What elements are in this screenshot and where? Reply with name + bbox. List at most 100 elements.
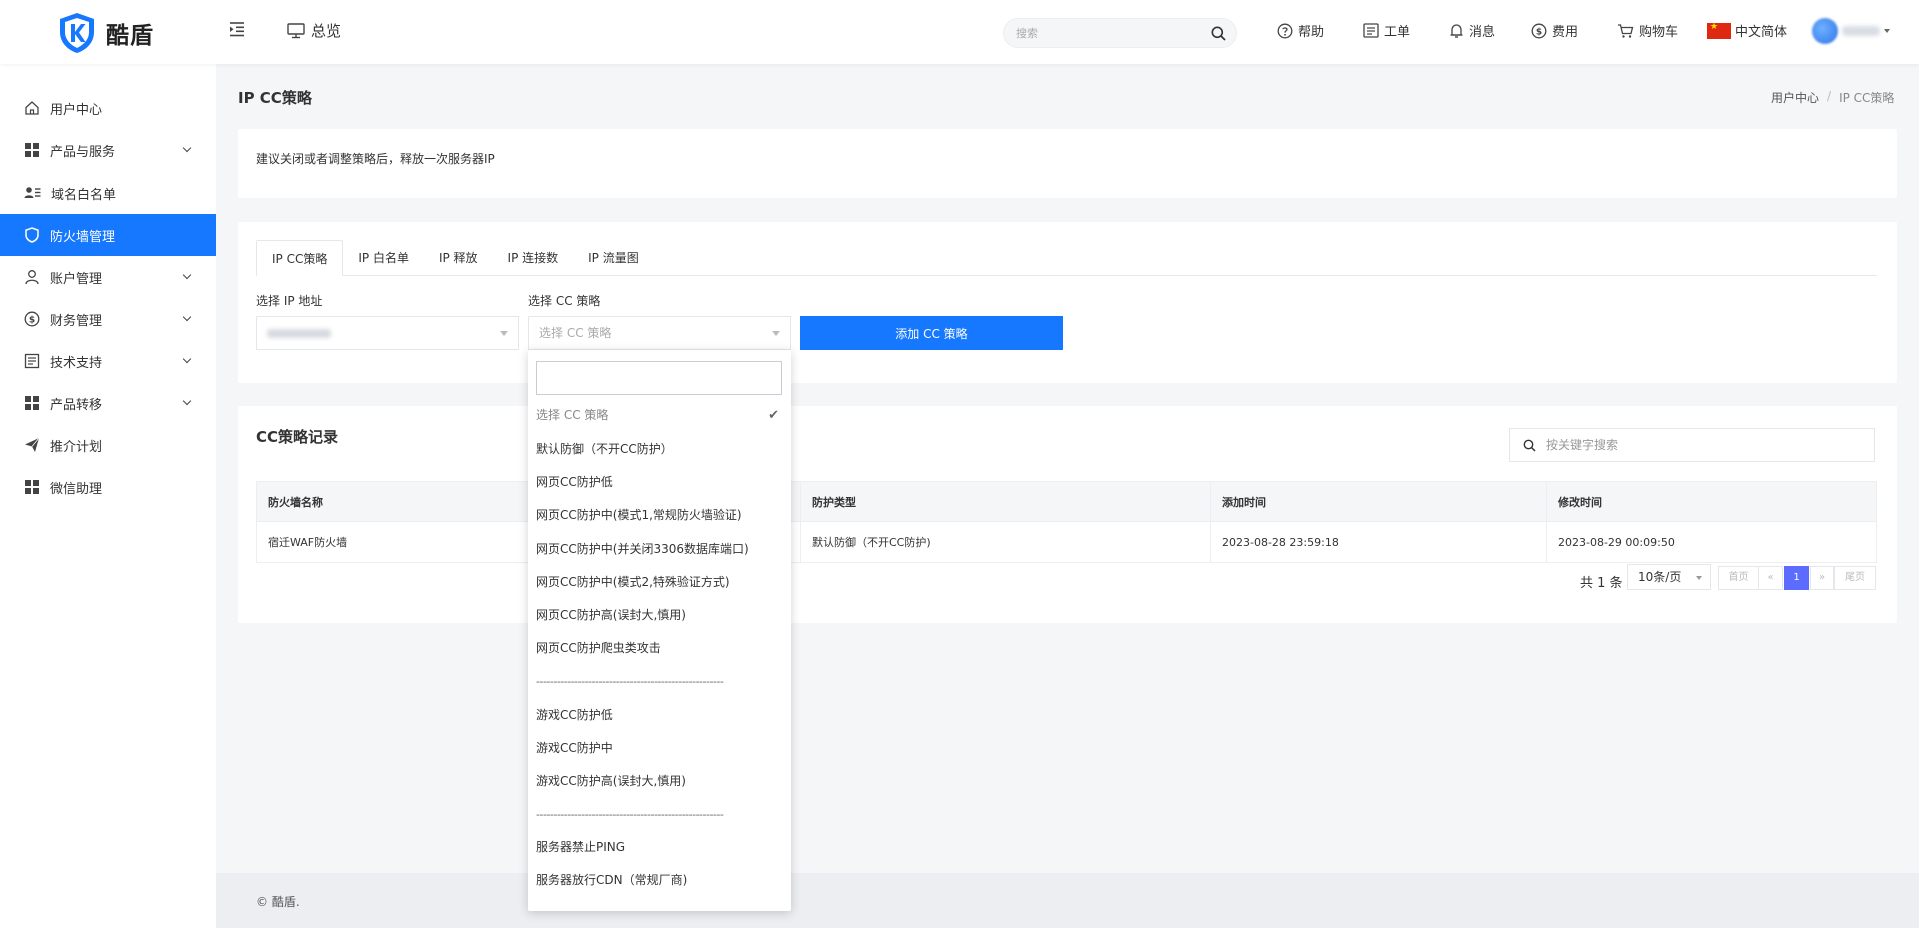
help-link[interactable]: 帮助	[1277, 21, 1324, 40]
language-label: 中文简体	[1735, 25, 1788, 40]
breadcrumb-separator: /	[1827, 89, 1832, 103]
sidebar-item-account[interactable]: 账户管理	[0, 256, 216, 298]
sidebar-item-label: 防火墙管理	[50, 229, 116, 245]
pager-first-button[interactable]: 首页	[1718, 566, 1759, 590]
sidebar-item-domain-whitelist[interactable]: 域名白名单	[0, 172, 216, 214]
ip-address-select[interactable]	[256, 316, 519, 350]
dropdown-option[interactable]: 网页CC防护高(误封大,慎用)	[528, 599, 791, 632]
dropdown-option[interactable]: 游戏CC防护低	[528, 699, 791, 732]
dollar-icon: $	[24, 311, 40, 327]
tab-ip-release[interactable]: IP 释放	[424, 240, 493, 276]
sidebar-item-finance[interactable]: $ 财务管理	[0, 298, 216, 340]
document-icon	[24, 353, 40, 369]
sidebar-item-label: 微信助理	[50, 481, 103, 497]
billing-link[interactable]: $ 费用	[1531, 21, 1578, 40]
caret-down-icon	[1696, 576, 1702, 580]
dropdown-option[interactable]: 服务器禁止PING	[528, 831, 791, 864]
policy-card: IP CC策略 IP 白名单 IP 释放 IP 连接数 IP 流量图	[238, 222, 1897, 383]
table-header-row: 防火墙名称 防护类型 添加时间 修改时间	[256, 481, 1877, 522]
user-name-blurred[interactable]	[1842, 26, 1880, 36]
billing-label: 费用	[1552, 25, 1579, 40]
user-icon	[25, 270, 39, 285]
pager-prev-button[interactable]: «	[1758, 566, 1783, 590]
chevron-down-icon	[182, 143, 192, 153]
add-cc-policy-button[interactable]: 添加 CC 策略	[800, 316, 1063, 350]
global-search	[1003, 18, 1237, 48]
overview-link[interactable]: 总览	[287, 20, 341, 41]
footer: © 酷盾.	[216, 873, 1919, 928]
dropdown-option[interactable]: 选择 CC 策略 ✔	[528, 399, 791, 432]
cc-policy-select-value: 选择 CC 策略	[539, 326, 612, 340]
sidebar-item-products[interactable]: 产品与服务	[0, 129, 216, 171]
user-menu-caret-icon[interactable]	[1884, 29, 1890, 33]
dropdown-option[interactable]: 默认防御（不开CC防护）	[528, 433, 791, 466]
sidebar-item-firewall[interactable]: 防火墙管理	[0, 214, 216, 256]
dropdown-option[interactable]: 网页CC防护爬虫类攻击	[528, 632, 791, 665]
ticket-link[interactable]: 工单	[1363, 21, 1410, 40]
question-icon	[1277, 23, 1293, 38]
sidebar-item-referral[interactable]: 推介计划	[0, 424, 216, 466]
cc-policy-dropdown: 选择 CC 策略 ✔ 默认防御（不开CC防护） 网页CC防护低 网页CC防护中(…	[528, 350, 791, 911]
svg-text:$: $	[29, 316, 35, 326]
tab-ip-cc-policy[interactable]: IP CC策略	[256, 240, 344, 276]
dropdown-option[interactable]: 网页CC防护中(模式1,常规防火墙验证)	[528, 499, 791, 532]
logo[interactable]: 酷盾	[58, 12, 154, 54]
records-title: CC策略记录	[256, 428, 339, 446]
tab-ip-whitelist[interactable]: IP 白名单	[343, 240, 424, 276]
bell-icon	[1450, 23, 1463, 38]
sidebar-item-label: 用户中心	[50, 102, 103, 118]
avatar[interactable]	[1812, 18, 1838, 44]
tab-ip-connections[interactable]: IP 连接数	[493, 240, 574, 276]
shield-icon	[25, 227, 39, 243]
chevron-down-icon	[182, 270, 192, 280]
ticket-icon	[1363, 23, 1379, 38]
cell-added-time: 2023-08-28 23:59:18	[1210, 521, 1547, 563]
grid-icon	[25, 143, 39, 157]
dropdown-option[interactable]: 网页CC防护中(模式2,特殊验证方式)	[528, 566, 791, 599]
messages-link[interactable]: 消息	[1449, 21, 1495, 40]
sidebar-item-user-center[interactable]: 用户中心	[0, 87, 216, 129]
sidebar-item-product-transfer[interactable]: 产品转移	[0, 382, 216, 424]
tab-ip-traffic[interactable]: IP 流量图	[573, 240, 654, 276]
dropdown-option[interactable]: 服务器放行CDN（常规厂商)	[528, 864, 791, 897]
sidebar-item-tech-support[interactable]: 技术支持	[0, 340, 216, 382]
pager-next-button[interactable]: »	[1810, 566, 1834, 590]
page-size-select[interactable]: 10条/页	[1627, 564, 1711, 590]
chevron-down-icon	[182, 396, 192, 406]
page-title: IP CC策略	[238, 89, 312, 107]
cart-link[interactable]: 购物车	[1617, 21, 1678, 40]
svg-text:$: $	[1536, 27, 1542, 37]
sidebar-item-label: 产品转移	[50, 397, 103, 413]
sidebar: 用户中心 产品与服务 域名白名单 防火墙管理 账户管理 $ 财务管理 技术支持 …	[0, 64, 216, 928]
chevron-down-icon	[182, 312, 192, 322]
pager-last-button[interactable]: 尾页	[1834, 566, 1876, 590]
dropdown-search-input[interactable]	[536, 361, 782, 395]
check-icon: ✔	[768, 408, 779, 423]
sidebar-item-label: 技术支持	[50, 355, 103, 371]
breadcrumb-home-link[interactable]: 用户中心	[1771, 89, 1819, 106]
dropdown-option[interactable]: 游戏CC防护中	[528, 732, 791, 765]
pager-page-1-button[interactable]: 1	[1784, 566, 1809, 590]
ip-select-label: 选择 IP 地址	[256, 294, 323, 308]
language-selector[interactable]: 中文简体	[1707, 21, 1787, 40]
cc-select-label: 选择 CC 策略	[528, 294, 601, 308]
logo-text: 酷盾	[106, 23, 154, 49]
dropdown-option[interactable]: 游戏CC防护高(误封大,慎用)	[528, 765, 791, 798]
search-icon[interactable]	[1211, 26, 1226, 41]
dropdown-option[interactable]: 网页CC防护低	[528, 466, 791, 499]
dropdown-option[interactable]: 网页CC防护中(并关闭3306数据库端口)	[528, 533, 791, 566]
grid-icon	[25, 396, 39, 410]
table-row[interactable]: 宿迁WAF防火墙 默认防御（不开CC防护) 2023-08-28 23:59:1…	[256, 521, 1877, 563]
global-search-input[interactable]	[1016, 19, 1206, 47]
cc-policy-select[interactable]: 选择 CC 策略	[528, 316, 791, 350]
ticket-label: 工单	[1384, 25, 1411, 40]
sidebar-item-label: 产品与服务	[50, 144, 116, 160]
sidebar-item-wechat-assistant[interactable]: 微信助理	[0, 466, 216, 508]
logo-shield-icon	[60, 13, 94, 53]
records-card: CC策略记录 防火墙名称 防护类型 添加时间 修改时间 宿迁WAF防火墙 默认防…	[238, 406, 1897, 623]
dropdown-separator: ----------------------------------------…	[536, 675, 724, 688]
tab-bar: IP CC策略 IP 白名单 IP 释放 IP 连接数 IP 流量图	[256, 240, 1877, 276]
cell-modified-time: 2023-08-29 00:09:50	[1546, 521, 1877, 563]
sidebar-collapse-icon[interactable]	[228, 20, 246, 38]
records-search-input[interactable]	[1546, 429, 1866, 461]
